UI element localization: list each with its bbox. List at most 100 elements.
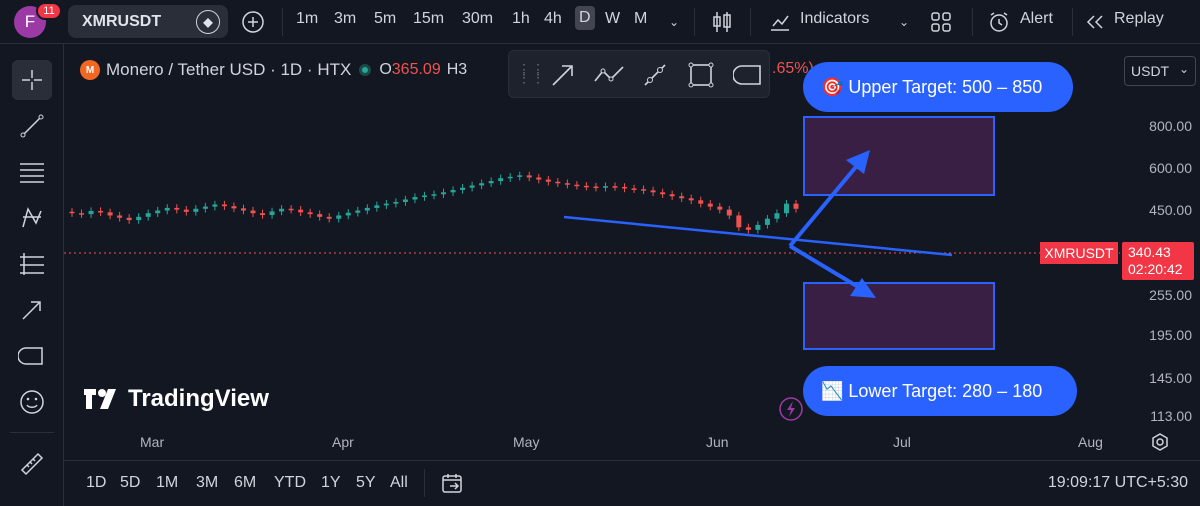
range-6m[interactable]: 6M	[234, 474, 256, 492]
candle	[250, 210, 256, 214]
candle	[326, 216, 332, 219]
date-range-icon[interactable]	[440, 471, 464, 500]
candle	[183, 209, 189, 212]
candle	[745, 227, 751, 230]
arrow-icon[interactable]	[12, 290, 52, 330]
price-tick: 195.00	[1149, 327, 1192, 343]
candle	[783, 203, 789, 214]
candle	[336, 215, 342, 219]
candle	[507, 176, 513, 179]
layout-grid-icon[interactable]	[928, 7, 954, 37]
candle	[269, 211, 275, 216]
price-tick: 600.00	[1149, 160, 1192, 176]
path-tool-icon[interactable]	[593, 61, 627, 94]
candle	[669, 194, 675, 197]
drag-handle-icon[interactable]: ⋮⋮ ⋮⋮	[517, 62, 545, 84]
legend-title[interactable]: Monero / Tether USD · 1D · HTX	[106, 60, 351, 80]
alarm-clock-icon[interactable]	[986, 7, 1012, 37]
candle	[240, 208, 246, 211]
range-ytd[interactable]: YTD	[274, 474, 306, 492]
alert-button[interactable]: Alert	[1020, 10, 1053, 28]
candle	[212, 204, 218, 207]
chevron-down-icon: ⌄	[1178, 62, 1189, 76]
candle	[593, 186, 599, 189]
candle	[450, 189, 456, 193]
bottom-toolbar: 1D 5D 1M 3M 6M YTD 1Y 5Y All 19:09:17 UT…	[64, 460, 1200, 506]
rewind-icon[interactable]	[1082, 7, 1108, 37]
price-tick: 113.00	[1150, 408, 1192, 424]
candle	[421, 195, 427, 198]
range-5y[interactable]: 5Y	[356, 474, 376, 492]
rectangle-tool-icon[interactable]	[687, 61, 715, 94]
candle	[174, 207, 180, 210]
candle	[279, 208, 285, 212]
line-tool-icon[interactable]	[641, 61, 669, 94]
candle	[307, 212, 313, 215]
candle	[498, 178, 504, 182]
candle	[79, 213, 85, 215]
candle	[288, 208, 294, 211]
candle	[136, 216, 142, 221]
candles-icon[interactable]	[708, 7, 736, 37]
long-position-icon[interactable]	[12, 244, 52, 284]
lower-target-label[interactable]: 📉 Lower Target: 280 – 180	[803, 366, 1077, 416]
candle	[698, 200, 704, 204]
upper-target-label[interactable]: 🎯 Upper Target: 500 – 850	[803, 62, 1073, 112]
indicators-button[interactable]: Indicators	[800, 10, 869, 28]
range-1y[interactable]: 1Y	[321, 474, 341, 492]
candle	[793, 203, 799, 209]
timeframe-w[interactable]: W	[605, 10, 620, 28]
settings-gear-icon[interactable]	[1150, 432, 1170, 457]
timeframe-d[interactable]: D	[575, 6, 595, 30]
callout-tool-icon[interactable]	[732, 63, 763, 92]
timeframe-5m[interactable]: 5m	[374, 10, 396, 28]
replay-button[interactable]: Replay	[1114, 10, 1164, 28]
candle	[460, 187, 466, 190]
timeframe-4h[interactable]: 4h	[544, 10, 562, 28]
timeframe-15m[interactable]: 15m	[413, 10, 444, 28]
trend-line-icon[interactable]	[12, 106, 52, 146]
indicators-icon[interactable]	[766, 7, 794, 37]
range-5d[interactable]: 5D	[120, 474, 140, 492]
timeframe-1h[interactable]: 1h	[512, 10, 530, 28]
currency-select[interactable]: USDT ⌄	[1124, 56, 1196, 86]
ruler-icon[interactable]	[12, 444, 52, 484]
tradingview-logo-icon	[84, 389, 116, 409]
fib-levels-icon[interactable]	[12, 152, 52, 192]
pattern-icon[interactable]	[12, 198, 52, 238]
time-tick: Aug	[1078, 434, 1103, 450]
candle	[221, 204, 227, 207]
time-tick: Apr	[332, 434, 354, 450]
candle	[155, 210, 161, 214]
add-symbol-icon[interactable]	[238, 7, 268, 37]
candle	[583, 185, 589, 188]
shape-icon[interactable]	[12, 336, 52, 376]
price-tick: 800.00	[1149, 118, 1192, 134]
range-1d[interactable]: 1D	[86, 474, 106, 492]
chevron-down-icon[interactable]: ⌄	[664, 7, 684, 37]
candle	[612, 186, 618, 188]
lower-target-zone[interactable]	[803, 282, 995, 350]
timeframe-1m[interactable]: 1m	[296, 10, 318, 28]
diamond-icon[interactable]: ◆	[196, 10, 220, 34]
chevron-down-icon[interactable]: ⌄	[894, 7, 914, 37]
symbol-search[interactable]: XMRUSDT ◆	[68, 5, 228, 38]
candle	[707, 203, 713, 207]
timeframe-30m[interactable]: 30m	[462, 10, 493, 28]
candle	[688, 198, 694, 201]
ohlc-open-value: 365.09	[391, 61, 441, 78]
divider	[694, 8, 695, 36]
range-3m[interactable]: 3M	[196, 474, 218, 492]
ohlc-high-label: H3	[446, 61, 468, 78]
arrow-tool-icon[interactable]	[549, 61, 577, 94]
range-all[interactable]: All	[390, 474, 408, 492]
timeframe-m[interactable]: M	[634, 10, 647, 28]
timeframe-3m[interactable]: 3m	[334, 10, 356, 28]
price-tick: 255.00	[1149, 287, 1192, 303]
clock[interactable]: 19:09:17 UTC+5:30	[1048, 474, 1188, 492]
lightning-icon[interactable]	[779, 397, 803, 421]
upper-target-zone[interactable]	[803, 116, 995, 196]
crosshair-icon[interactable]	[12, 60, 52, 100]
emoji-icon[interactable]	[12, 382, 52, 422]
range-1m[interactable]: 1M	[156, 474, 178, 492]
